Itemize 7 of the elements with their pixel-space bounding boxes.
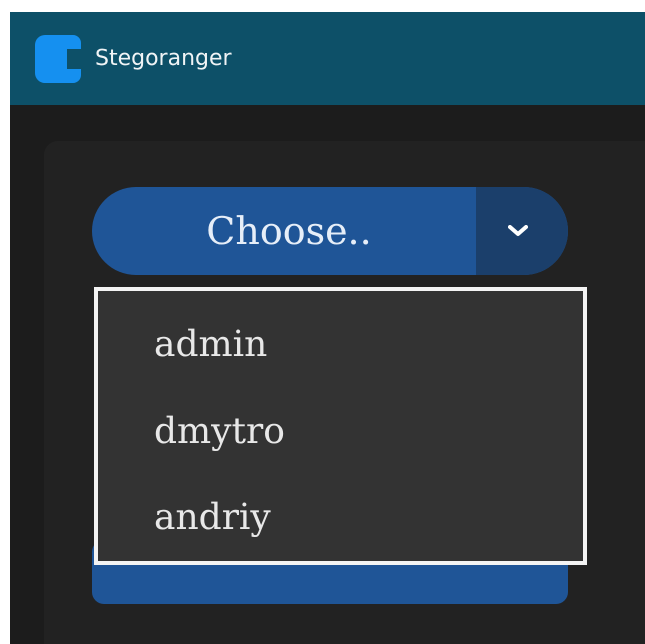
dropdown-option[interactable]: andriy [154,474,583,562]
dropdown-option[interactable]: admin [154,301,583,388]
dropdown-option[interactable]: dmytro [154,388,583,474]
window-title: Stegoranger [95,46,232,71]
app-logo-icon [33,32,83,84]
chevron-down-icon [508,225,528,237]
user-dropdown[interactable]: Choose.. [92,187,568,275]
